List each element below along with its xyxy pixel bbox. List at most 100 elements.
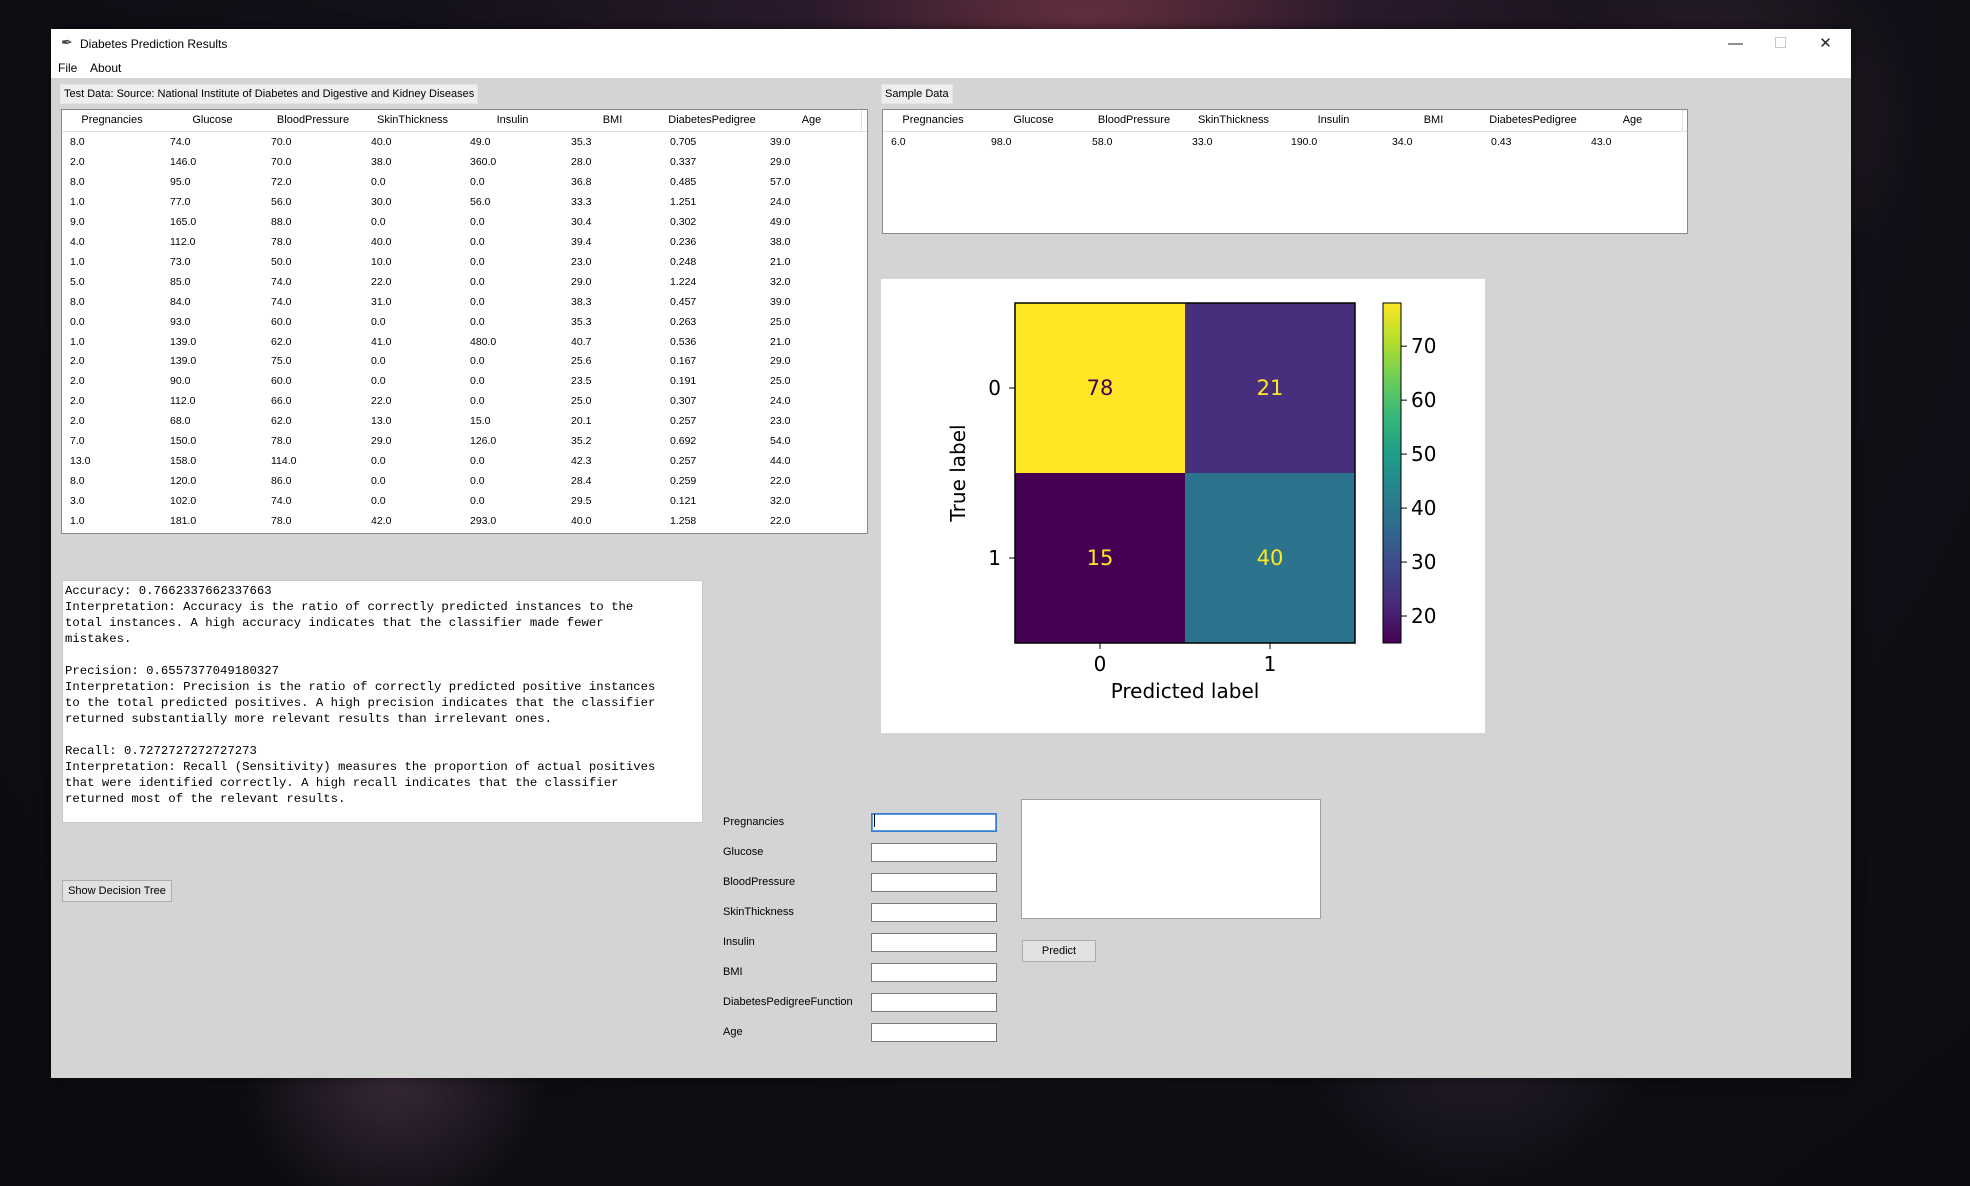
table-cell: 0.302	[670, 215, 697, 228]
table-cell: 15.0	[470, 415, 491, 428]
table-row[interactable]: 7.0 150.0 78.0 29.0 126.0 35.2 0.692 54.0	[62, 432, 867, 452]
table-cell: 23.0	[571, 255, 592, 268]
input-skinthickness[interactable]	[871, 903, 997, 922]
show-decision-tree-button[interactable]: Show Decision Tree	[62, 880, 172, 902]
x-axis-label: Predicted label	[1111, 679, 1260, 703]
table-row[interactable]: 2.0 139.0 75.0 0.0 0.0 25.6 0.167 29.0	[62, 352, 867, 372]
input-diabetespedigreefunction[interactable]	[871, 993, 997, 1012]
table-cell: 40.7	[571, 335, 592, 348]
table-cell: 1.251	[670, 195, 697, 208]
table-row[interactable]: 2.0 146.0 70.0 38.0 360.0 28.0 0.337 29.0	[62, 153, 867, 173]
column-header[interactable]: Insulin	[462, 110, 564, 131]
colorbar	[1382, 302, 1402, 644]
table-cell: 0.0	[470, 295, 485, 308]
table-row[interactable]: 2.0 68.0 62.0 13.0 15.0 20.1 0.257 23.0	[62, 412, 867, 432]
table-row[interactable]: 8.0 120.0 86.0 0.0 0.0 28.4 0.259 22.0	[62, 472, 867, 492]
table-cell: 0.0	[470, 175, 485, 188]
column-header[interactable]: Pregnancies	[883, 110, 984, 131]
column-header[interactable]: BloodPressure	[263, 110, 364, 131]
input-insulin[interactable]	[871, 933, 997, 952]
table-cell: 13.0	[371, 415, 392, 428]
table-row[interactable]: 8.0 74.0 70.0 40.0 49.0 35.3 0.705 39.0	[62, 133, 867, 153]
sample-data-table[interactable]: Pregnancies Glucose BloodPressure SkinThick…	[882, 109, 1688, 234]
table-cell: 29.5	[571, 495, 592, 508]
input-age[interactable]	[871, 1023, 997, 1042]
table-cell: 32.0	[770, 495, 791, 508]
table-cell: 70.0	[271, 155, 292, 168]
menu-about[interactable]: About	[90, 61, 121, 75]
table-row[interactable]: 1.0 77.0 56.0 30.0 56.0 33.3 1.251 24.0	[62, 193, 867, 213]
minimize-button[interactable]: —	[1713, 29, 1758, 58]
test-data-table[interactable]: Pregnancies Glucose BloodPressure SkinThick…	[61, 109, 868, 534]
table-cell: 0.0	[470, 475, 485, 488]
menu-file[interactable]: File	[58, 61, 77, 75]
table-cell: 0.0	[371, 215, 386, 228]
table-cell: 66.0	[271, 395, 292, 408]
input-glucose[interactable]	[871, 843, 997, 862]
close-button[interactable]: ✕	[1803, 29, 1848, 58]
table-cell: 74.0	[170, 136, 191, 148]
table-cell: 10.0	[371, 255, 392, 268]
table-cell: 0.257	[670, 455, 697, 468]
table-row[interactable]: 4.0 112.0 78.0 40.0 0.0 39.4 0.236 38.0	[62, 233, 867, 253]
column-header[interactable]: BMI	[563, 110, 663, 131]
table-cell: 1.0	[70, 195, 85, 208]
table-cell: 0.457	[670, 295, 697, 308]
column-header[interactable]: Insulin	[1283, 110, 1385, 131]
table-row[interactable]: 8.0 95.0 72.0 0.0 0.0 36.8 0.485 57.0	[62, 173, 867, 193]
metrics-text[interactable]: Accuracy: 0.7662337662337663 Interpretat…	[62, 580, 703, 823]
field-label-bmi: BMI	[723, 966, 743, 978]
column-header[interactable]: DiabetesPedigree	[662, 110, 763, 131]
table-row[interactable]: 1.0 181.0 78.0 42.0 293.0 40.0 1.258 22.0	[62, 512, 867, 532]
table-cell: 60.0	[271, 315, 292, 328]
table-cell: 29.0	[371, 435, 392, 448]
column-header[interactable]: DiabetesPedigree	[1483, 110, 1584, 131]
table-row[interactable]: 1.0 73.0 50.0 10.0 0.0 23.0 0.248 21.0	[62, 253, 867, 273]
column-header[interactable]: Age	[762, 110, 862, 131]
table-cell: 30.0	[371, 195, 392, 208]
input-bmi[interactable]	[871, 963, 997, 982]
table-cell: 139.0	[170, 335, 197, 348]
app-window: ✒ Diabetes Prediction Results — ☐ ✕ File…	[51, 29, 1851, 1078]
table-cell: 23.5	[571, 375, 592, 388]
table-cell: 0.692	[670, 435, 697, 448]
table-row[interactable]: 0.0 93.0 60.0 0.0 0.0 35.3 0.263 25.0	[62, 313, 867, 333]
column-header[interactable]: BMI	[1384, 110, 1484, 131]
table-cell: 0.337	[670, 155, 697, 168]
table-row[interactable]: 1.0 139.0 62.0 41.0 480.0 40.7 0.536 21.0	[62, 333, 867, 353]
table-cell: 25.0	[770, 375, 791, 388]
table-cell: 70.0	[271, 136, 292, 148]
table-row[interactable]: 3.0 102.0 74.0 0.0 0.0 29.5 0.121 32.0	[62, 492, 867, 512]
table-cell: 35.3	[571, 136, 592, 148]
table-cell: 25.6	[571, 355, 592, 368]
column-header[interactable]: Glucose	[162, 110, 264, 131]
table-row[interactable]: 8.0 84.0 74.0 31.0 0.0 38.3 0.457 39.0	[62, 293, 867, 313]
column-header[interactable]: SkinThickness	[1184, 110, 1284, 131]
maximize-button[interactable]: ☐	[1758, 29, 1803, 58]
table-cell: 58.0	[1092, 136, 1113, 148]
table-cell: 1.224	[670, 275, 697, 288]
predict-button[interactable]: Predict	[1022, 940, 1096, 962]
prediction-result-box[interactable]	[1021, 799, 1321, 919]
table-cell: 35.3	[571, 315, 592, 328]
table-row[interactable]: 6.0 98.0 58.0 33.0 190.0 34.0 0.43 43.0	[883, 133, 1687, 153]
input-pregnancies[interactable]	[871, 813, 997, 832]
table-cell: 0.257	[670, 415, 697, 428]
column-header[interactable]: BloodPressure	[1084, 110, 1185, 131]
table-cell: 0.536	[670, 335, 697, 348]
table-cell: 22.0	[770, 515, 791, 528]
table-row[interactable]: 5.0 85.0 74.0 22.0 0.0 29.0 1.224 32.0	[62, 273, 867, 293]
column-header[interactable]: Pregnancies	[62, 110, 163, 131]
table-row[interactable]: 9.0 165.0 88.0 0.0 0.0 30.4 0.302 49.0	[62, 213, 867, 233]
table-cell: 22.0	[770, 475, 791, 488]
confusion-matrix-svg: 78 2115 400 101Predicted labelTrue label203…	[946, 302, 1436, 703]
table-row[interactable]: 2.0 112.0 66.0 22.0 0.0 25.0 0.307 24.0	[62, 392, 867, 412]
table-cell: 32.0	[770, 275, 791, 288]
input-bloodpressure[interactable]	[871, 873, 997, 892]
column-header[interactable]: Age	[1583, 110, 1683, 131]
column-header[interactable]: Glucose	[983, 110, 1085, 131]
table-row[interactable]: 2.0 90.0 60.0 0.0 0.0 23.5 0.191 25.0	[62, 372, 867, 392]
table-cell: 42.0	[371, 515, 392, 528]
table-row[interactable]: 13.0 158.0 114.0 0.0 0.0 42.3 0.257 44.0	[62, 452, 867, 472]
column-header[interactable]: SkinThickness	[363, 110, 463, 131]
